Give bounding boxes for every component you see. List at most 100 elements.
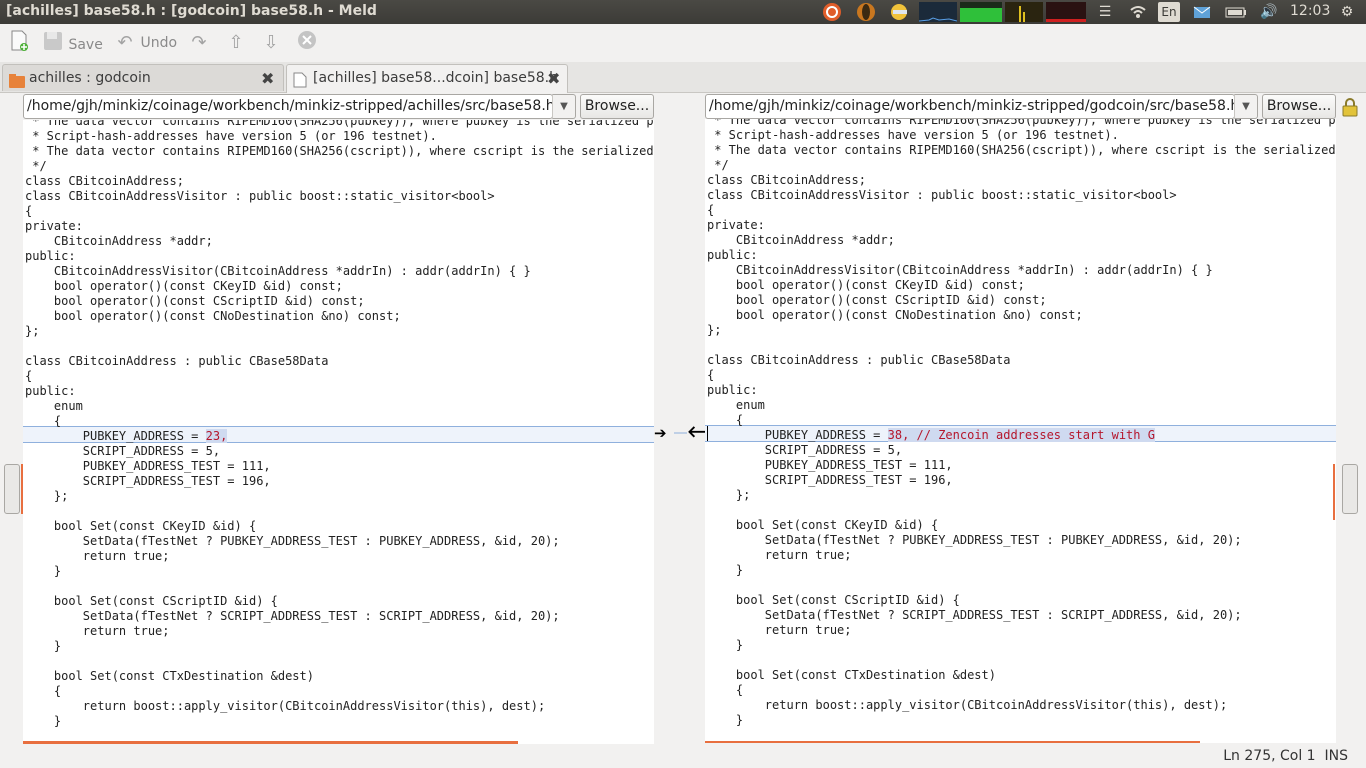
new-comparison-button[interactable]	[8, 30, 30, 56]
previous-change-button[interactable]: ⇧	[225, 30, 247, 56]
code-line: SetData(fTestNet ? SCRIPT_ADDRESS_TEST :…	[707, 608, 1242, 622]
code-line: {	[707, 203, 715, 217]
code-line: bool operator()(const CKeyID &id) const;	[707, 278, 1025, 292]
code-line-prefix: PUBKEY_ADDRESS =	[707, 428, 888, 442]
weather-icon[interactable]	[888, 2, 910, 22]
tab-achilles-godcoin[interactable]: achilles : godcoin ✖	[2, 64, 284, 91]
close-tab-icon[interactable]: ✖	[261, 65, 274, 92]
left-browse-button[interactable]: Browse...	[580, 94, 654, 119]
power-icon[interactable]: ⚙	[1336, 2, 1358, 22]
firefox-icon[interactable]	[855, 2, 877, 22]
code-line: public:	[25, 249, 76, 263]
code-line: CBitcoinAddress *addr;	[25, 234, 213, 248]
right-browse-button[interactable]: Browse...	[1262, 94, 1336, 119]
undo-button[interactable]: ↶ Undo	[114, 30, 177, 56]
tab-label: achilles : godcoin	[29, 70, 151, 86]
code-line: PUBKEY_ADDRESS_TEST = 111,	[25, 459, 271, 473]
code-line: bool Set(const CScriptID &id) {	[707, 593, 960, 607]
menu-icon[interactable]: ☰	[1094, 2, 1116, 22]
cursor-position-status: Ln 275, Col 1 INS	[1223, 748, 1348, 764]
merge-left-arrow-icon[interactable]: 🡐	[687, 424, 730, 440]
right-overview-thumb[interactable]	[1342, 464, 1358, 514]
code-line: class CBitcoinAddress;	[707, 173, 866, 187]
code-line: }	[707, 713, 744, 727]
insert-mode-status: INS	[1324, 748, 1349, 764]
tab-base58-comparison[interactable]: [achilles] base58...dcoin] base58.h ✖	[286, 64, 568, 93]
left-code-pane[interactable]: * The data vector contains RIPEMD160(SHA…	[23, 120, 654, 744]
close-tab-icon[interactable]: ✖	[547, 65, 560, 92]
code-line: {	[25, 684, 62, 698]
code-line: bool Set(const CKeyID &id) {	[707, 518, 939, 532]
code-line: SCRIPT_ADDRESS_TEST = 196,	[25, 474, 271, 488]
chevron-down-icon[interactable]: ▼	[552, 94, 576, 119]
code-line: bool operator()(const CNoDestination &no…	[25, 309, 401, 323]
code-line: bool Set(const CTxDestination &dest)	[25, 669, 314, 683]
stop-button[interactable]	[296, 30, 318, 56]
code-line: };	[25, 489, 69, 503]
code-line: public:	[25, 384, 76, 398]
code-line: public:	[707, 383, 758, 397]
code-line: SCRIPT_ADDRESS_TEST = 196,	[707, 473, 953, 487]
left-horizontal-scrollbar[interactable]	[23, 741, 518, 744]
undo-label: Undo	[140, 35, 178, 51]
code-line: };	[707, 488, 751, 502]
memory-graph-icon	[960, 2, 1002, 22]
merge-right-arrow-icon[interactable]: ➔	[654, 425, 670, 441]
lock-icon[interactable]	[1341, 97, 1359, 117]
code-line: }	[25, 564, 62, 578]
next-change-button[interactable]: ⇩	[260, 30, 282, 56]
code-line: return boost::apply_visitor(CBitcoinAddr…	[707, 698, 1228, 712]
code-line-prefix: PUBKEY_ADDRESS =	[25, 429, 206, 443]
code-line: CBitcoinAddress *addr;	[707, 233, 895, 247]
keyboard-layout-icon[interactable]: En	[1158, 2, 1180, 22]
code-line: * The data vector contains RIPEMD160(SHA…	[32, 120, 654, 128]
code-line: bool operator()(const CScriptID &id) con…	[707, 293, 1047, 307]
stop-icon	[296, 30, 318, 58]
code-line: enum	[25, 399, 83, 413]
link-map[interactable]: ➔ 🡐	[654, 120, 730, 744]
save-label: Save	[68, 37, 103, 53]
right-horizontal-scrollbar[interactable]	[705, 741, 1200, 743]
save-button[interactable]: Save	[42, 30, 103, 56]
left-overview-gutter[interactable]	[0, 120, 23, 746]
code-line: return true;	[707, 623, 852, 637]
code-line: bool operator()(const CNoDestination &no…	[707, 308, 1083, 322]
right-code-pane[interactable]: * The data vector contains RIPEMD160(SHA…	[705, 119, 1336, 743]
volume-icon[interactable]: 🔊	[1258, 2, 1280, 22]
right-path-input[interactable]: /home/gjh/minkiz/coinage/workbench/minki…	[705, 94, 1235, 119]
disk-graph-icon	[1046, 2, 1086, 22]
code-line: * Script-hash-addresses have version 5 (…	[25, 129, 437, 143]
ubuntu-one-icon[interactable]	[821, 2, 843, 22]
code-line: bool Set(const CKeyID &id) {	[25, 519, 257, 533]
left-path-input[interactable]: /home/gjh/minkiz/coinage/workbench/minki…	[23, 94, 553, 119]
code-line: SCRIPT_ADDRESS = 5,	[25, 444, 221, 458]
code-line: return boost::apply_visitor(CBitcoinAddr…	[25, 699, 546, 713]
code-line: }	[25, 639, 62, 653]
code-line: }	[25, 714, 62, 728]
code-line: public:	[707, 248, 758, 262]
code-line: {	[707, 368, 715, 382]
code-line: return true;	[25, 624, 170, 638]
right-overview-gutter[interactable]	[1333, 120, 1366, 746]
clock[interactable]: 12:03	[1290, 3, 1330, 19]
battery-icon[interactable]	[1225, 2, 1247, 22]
chevron-down-icon[interactable]: ▼	[1234, 94, 1258, 119]
code-line: CBitcoinAddressVisitor(CBitcoinAddress *…	[25, 264, 531, 278]
code-line: bool Set(const CTxDestination &dest)	[707, 668, 996, 682]
mail-icon[interactable]	[1191, 2, 1213, 22]
code-line: * The data vector contains RIPEMD160(SHA…	[32, 144, 654, 158]
line-col-status: Ln 275, Col 1	[1223, 748, 1316, 764]
top-panel: [achilles] base58.h : [godcoin] base58.h…	[0, 0, 1366, 24]
left-overview-thumb[interactable]	[4, 464, 20, 514]
code-line: }	[707, 563, 744, 577]
window-title: [achilles] base58.h : [godcoin] base58.h…	[6, 3, 377, 19]
toolbar: Save ↶ Undo ↷ ⇧ ⇩	[0, 24, 1366, 62]
code-line: }	[707, 638, 744, 652]
code-line: {	[25, 204, 33, 218]
redo-button[interactable]: ↷	[188, 30, 210, 56]
new-comparison-icon	[8, 30, 30, 60]
wifi-icon[interactable]	[1127, 2, 1149, 22]
code-line: */	[707, 158, 729, 172]
code-line: };	[707, 323, 722, 337]
changed-value: 23,	[205, 429, 228, 443]
